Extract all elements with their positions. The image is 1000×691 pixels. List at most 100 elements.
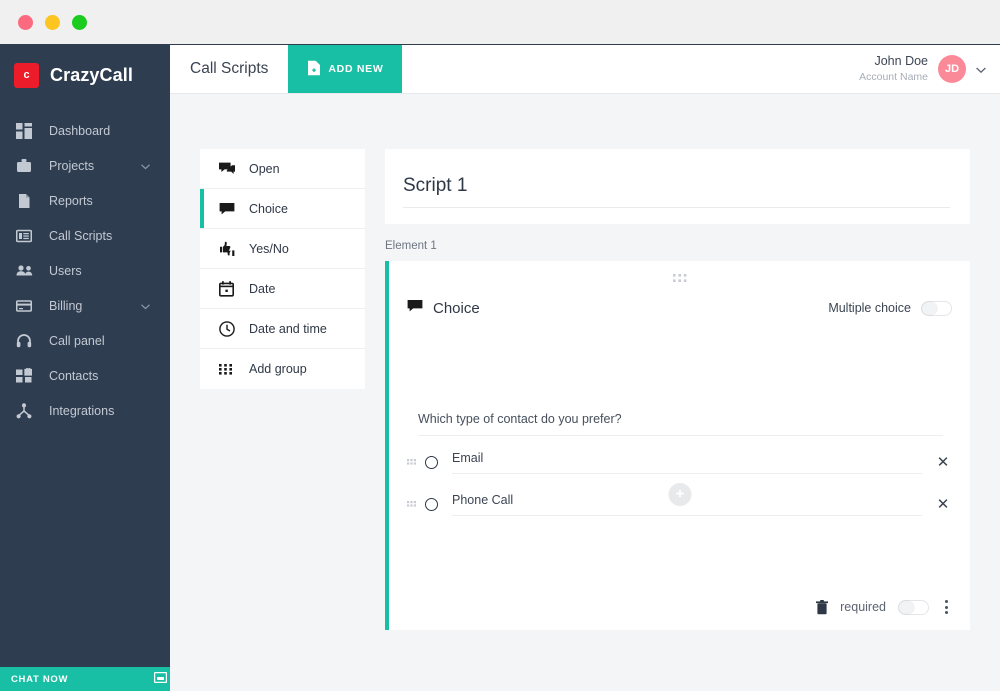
clock-icon xyxy=(219,320,239,337)
sidebar-item-label: Reports xyxy=(49,193,93,208)
sidebar-item-label: Projects xyxy=(49,158,95,173)
radio-empty-icon[interactable] xyxy=(425,498,438,511)
chat-now-label: CHAT NOW xyxy=(11,673,69,685)
grid-dots-icon xyxy=(219,363,239,375)
type-item-open[interactable]: Open xyxy=(200,149,365,189)
close-icon[interactable]: ✕ xyxy=(934,497,952,512)
type-item-label: Open xyxy=(249,161,280,176)
card-type-label: Choice xyxy=(433,299,480,317)
add-document-icon xyxy=(307,60,321,79)
sidebar-item-label: Billing xyxy=(49,298,83,313)
chat-bubble-icon xyxy=(407,299,423,317)
window-title-bar xyxy=(0,0,1000,45)
headset-icon xyxy=(16,332,38,350)
sidebar: c CrazyCall Dashboard Projects Reports C… xyxy=(0,45,178,691)
chevron-down-icon[interactable] xyxy=(141,157,150,175)
sidebar-item-integrations[interactable]: Integrations xyxy=(0,393,170,428)
chevron-down-icon[interactable] xyxy=(141,297,150,315)
plus-icon xyxy=(674,486,685,504)
page-title: Call Scripts xyxy=(190,60,269,77)
briefcase-icon xyxy=(16,157,38,175)
required-toggle[interactable] xyxy=(898,599,929,615)
type-item-label: Yes/No xyxy=(249,241,289,256)
user-account-name: Account Name xyxy=(859,71,928,84)
sidebar-item-label: Integrations xyxy=(49,403,115,418)
application-window: c CrazyCall Dashboard Projects Reports C… xyxy=(0,45,1000,691)
user-name: John Doe xyxy=(874,54,928,69)
sidebar-item-label: Dashboard xyxy=(49,123,111,138)
sidebar-item-call-panel[interactable]: Call panel xyxy=(0,323,170,358)
thumbs-icon xyxy=(219,241,239,257)
trash-icon[interactable] xyxy=(816,599,829,615)
document-icon xyxy=(16,192,38,210)
window-minimize-button[interactable] xyxy=(45,14,60,30)
brand[interactable]: c CrazyCall xyxy=(0,51,170,99)
credit-card-icon xyxy=(16,297,38,315)
add-new-button[interactable]: ADD NEW xyxy=(288,45,403,93)
multiple-choice-label: Multiple choice xyxy=(828,301,911,315)
script-title-input[interactable] xyxy=(403,175,950,208)
drag-dots-icon[interactable] xyxy=(672,270,687,288)
topbar: Call Scripts ADD NEW John Doe Account Na… xyxy=(170,45,1000,94)
multiple-choice-control[interactable]: Multiple choice xyxy=(828,300,952,316)
radio-empty-icon[interactable] xyxy=(425,456,438,469)
element-label: Element 1 xyxy=(385,240,437,252)
sidebar-item-billing[interactable]: Billing xyxy=(0,288,170,323)
user-menu[interactable]: John Doe Account Name JD xyxy=(859,45,1000,93)
sidebar-item-label: Contacts xyxy=(49,368,99,383)
sidebar-item-reports[interactable]: Reports xyxy=(0,183,170,218)
contacts-icon xyxy=(16,367,38,385)
avatar[interactable]: JD xyxy=(938,55,966,83)
calendar-icon xyxy=(219,280,239,297)
chat-window-icon[interactable] xyxy=(153,670,168,688)
brand-name: CrazyCall xyxy=(50,64,133,85)
users-icon xyxy=(16,262,38,280)
multiple-choice-toggle[interactable] xyxy=(921,300,952,316)
main-content: Open Choice Yes/No Date Date and time Ad… xyxy=(170,94,1000,691)
type-item-date-and-time[interactable]: Date and time xyxy=(200,309,365,349)
dashboard-icon xyxy=(16,122,38,140)
integrations-icon xyxy=(16,402,38,420)
list-card-icon xyxy=(16,227,38,245)
card-type: Choice xyxy=(407,299,480,317)
sidebar-item-label: Call panel xyxy=(49,333,105,348)
type-item-add-group[interactable]: Add group xyxy=(200,349,365,389)
sidebar-item-call-scripts[interactable]: Call Scripts xyxy=(0,218,170,253)
sidebar-item-projects[interactable]: Projects xyxy=(0,148,170,183)
type-item-label: Date and time xyxy=(249,321,327,336)
type-item-label: Choice xyxy=(249,201,288,216)
option-input[interactable] xyxy=(452,451,922,474)
option-row: ✕ xyxy=(407,451,952,474)
sidebar-item-dashboard[interactable]: Dashboard xyxy=(0,113,170,148)
chat-now-widget[interactable]: CHAT NOW xyxy=(0,667,178,691)
type-item-date[interactable]: Date xyxy=(200,269,365,309)
chevron-down-icon[interactable] xyxy=(976,60,986,78)
required-label: required xyxy=(840,600,886,614)
close-icon[interactable]: ✕ xyxy=(934,455,952,470)
sidebar-nav: Dashboard Projects Reports Call Scripts … xyxy=(0,113,170,428)
window-maximize-button[interactable] xyxy=(72,14,87,30)
drag-dots-icon[interactable] xyxy=(407,496,418,514)
sidebar-item-contacts[interactable]: Contacts xyxy=(0,358,170,393)
window-close-button[interactable] xyxy=(18,14,33,30)
element-type-list: Open Choice Yes/No Date Date and time Ad… xyxy=(200,149,365,389)
type-item-choice[interactable]: Choice xyxy=(200,189,365,229)
type-item-label: Add group xyxy=(249,362,307,376)
drag-dots-icon[interactable] xyxy=(407,454,418,472)
brand-logo-icon: c xyxy=(14,62,39,88)
add-option-button[interactable] xyxy=(668,483,691,506)
card-footer: required xyxy=(816,598,952,616)
chat-bubble-icon xyxy=(219,202,239,216)
question-input[interactable] xyxy=(418,412,943,436)
choice-element-card: Choice Multiple choice ✕ xyxy=(385,261,970,630)
type-item-label: Date xyxy=(249,281,276,296)
card-header-row: Choice Multiple choice xyxy=(407,299,952,317)
type-item-yes-no[interactable]: Yes/No xyxy=(200,229,365,269)
add-new-label: ADD NEW xyxy=(328,63,384,75)
script-header xyxy=(385,149,970,224)
user-text: John Doe Account Name xyxy=(859,53,928,84)
sidebar-item-users[interactable]: Users xyxy=(0,253,170,288)
sidebar-item-label: Users xyxy=(49,263,82,278)
chat-bubbles-icon xyxy=(219,162,239,176)
kebab-menu-icon[interactable] xyxy=(941,598,952,616)
